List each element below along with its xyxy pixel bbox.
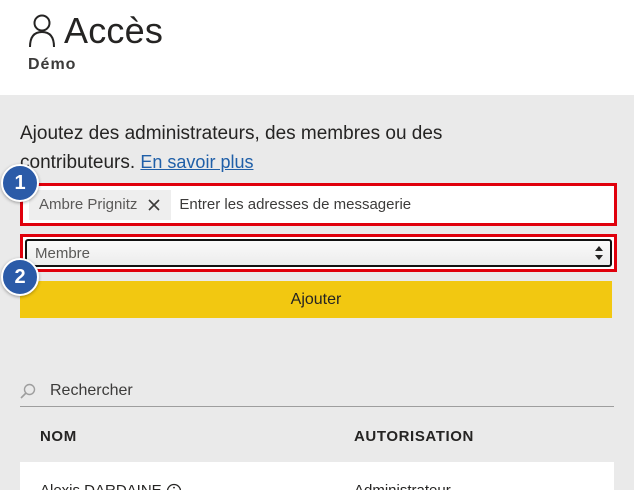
user-permission: Administrateur bbox=[354, 482, 451, 490]
step-badge-1: 1 bbox=[1, 164, 39, 202]
column-header-name[interactable]: NOM bbox=[40, 428, 77, 445]
intro-text: Ajoutez des administrateurs, des membres… bbox=[20, 120, 540, 177]
step-badge-2: 2 bbox=[1, 258, 39, 296]
page-title: Accès bbox=[64, 10, 164, 51]
search-icon bbox=[20, 383, 36, 399]
add-button[interactable]: Ajouter bbox=[20, 281, 612, 318]
user-name: Alexis DARDAINE bbox=[40, 482, 162, 490]
page-header: Accès Démo bbox=[0, 0, 634, 95]
role-select[interactable]: Membre bbox=[25, 239, 612, 267]
close-icon[interactable] bbox=[147, 198, 161, 212]
recipient-chip: Ambre Prignitz bbox=[29, 189, 172, 220]
table-row[interactable]: Alexis DARDAINE Administrateur bbox=[20, 462, 614, 490]
chevron-up-down-icon bbox=[595, 246, 603, 260]
email-field[interactable]: Ambre Prignitz bbox=[20, 183, 617, 226]
title-row: Accès bbox=[28, 10, 163, 52]
info-icon[interactable] bbox=[166, 483, 182, 490]
workspace-name: Démo bbox=[28, 56, 77, 73]
search-bar bbox=[20, 376, 614, 407]
column-header-permission[interactable]: AUTORISATION bbox=[354, 428, 474, 445]
user-name-cell: Alexis DARDAINE bbox=[40, 482, 182, 490]
email-input[interactable] bbox=[179, 196, 608, 213]
role-select-highlight: Membre bbox=[20, 234, 617, 272]
recipient-chip-label: Ambre Prignitz bbox=[39, 196, 138, 213]
learn-more-link[interactable]: En savoir plus bbox=[140, 152, 253, 172]
role-select-value: Membre bbox=[35, 244, 91, 262]
search-input[interactable] bbox=[50, 382, 614, 400]
person-icon bbox=[29, 14, 55, 48]
